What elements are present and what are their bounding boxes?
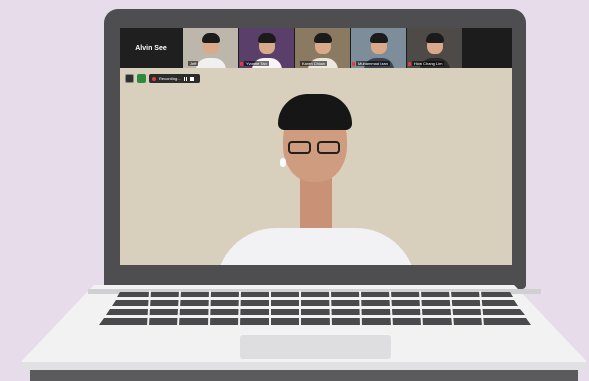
trackpad (240, 335, 391, 359)
laptop-base-bottom (30, 370, 578, 381)
laptop-base-front (20, 362, 588, 370)
laptop-keyboard (99, 290, 531, 327)
